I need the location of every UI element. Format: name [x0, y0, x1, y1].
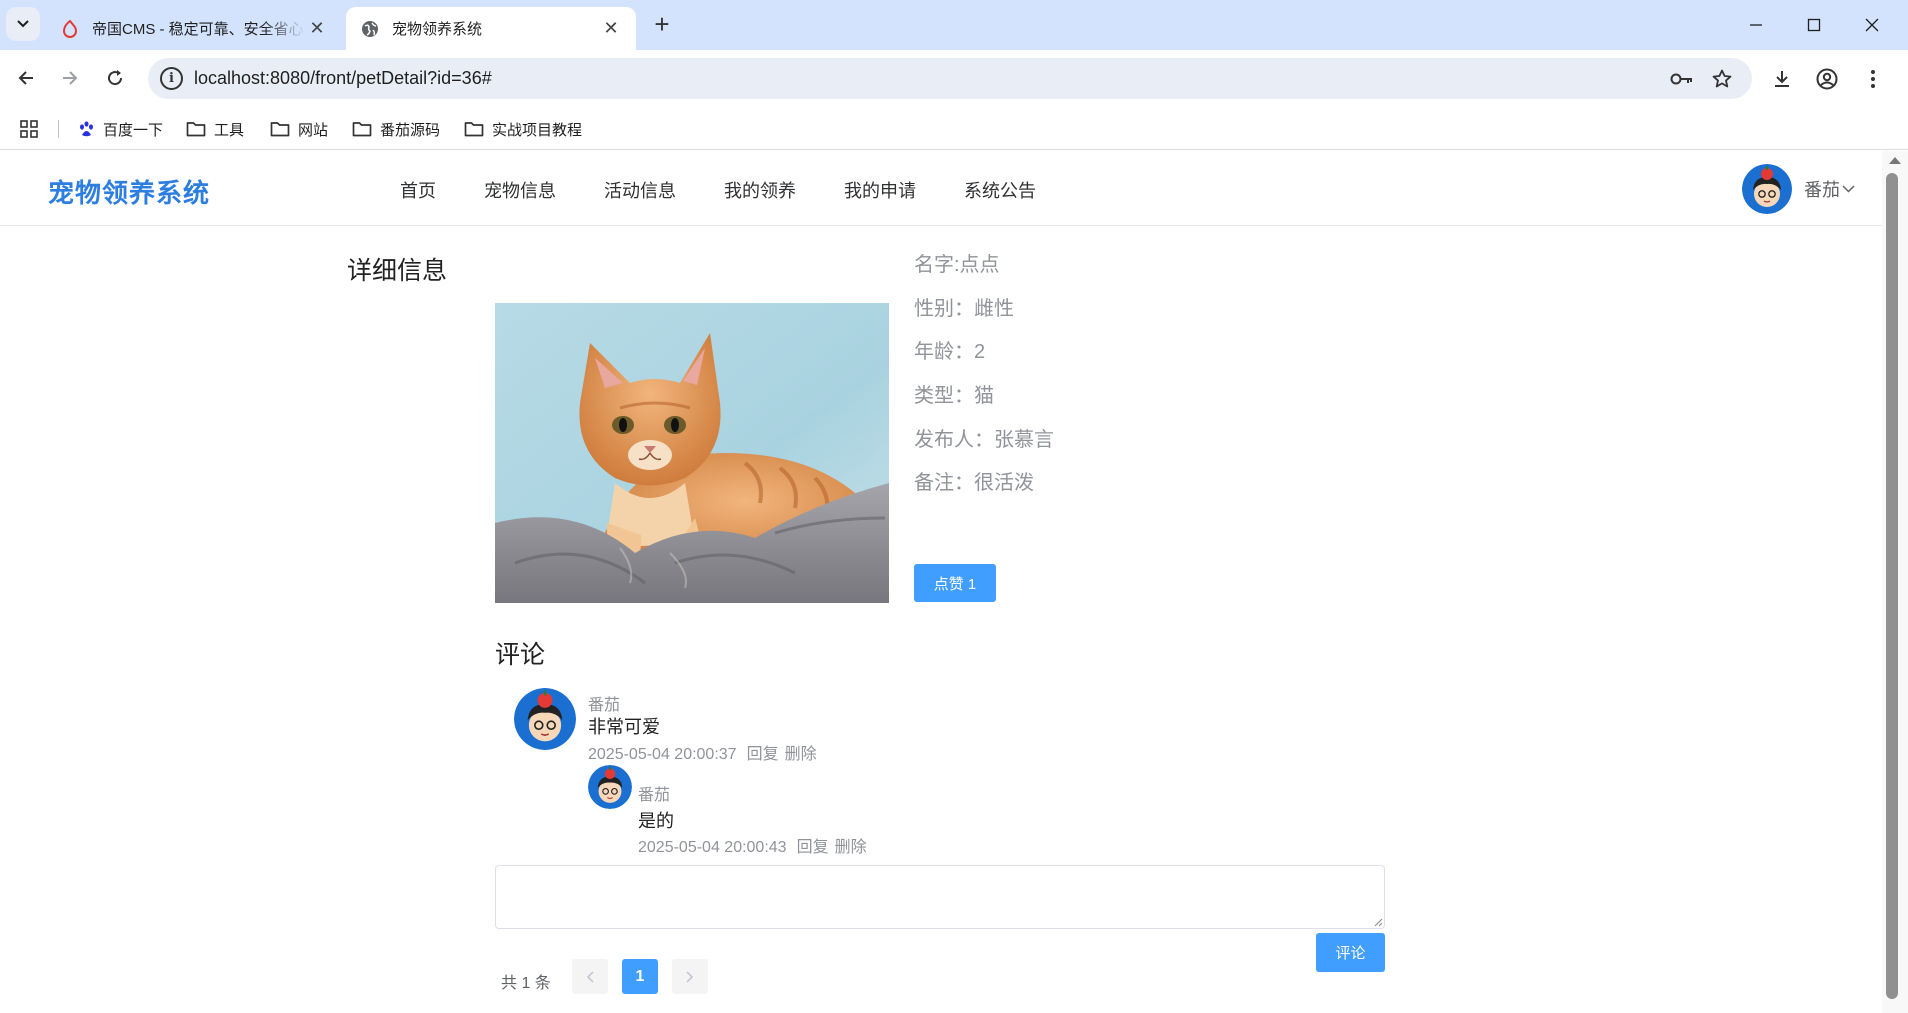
- bookmarks-separator: [58, 120, 59, 138]
- bookmark-folder-tools[interactable]: 工具: [186, 118, 244, 140]
- pagination-page-1[interactable]: 1: [622, 959, 658, 994]
- avatar: [514, 688, 576, 750]
- avatar: [588, 765, 632, 809]
- profile-icon[interactable]: [1814, 66, 1840, 92]
- comment-content: 是的: [638, 811, 674, 831]
- folder-icon: [352, 121, 372, 137]
- pagination-total: 共 1 条: [501, 975, 551, 992]
- pet-age: 年龄：2: [914, 341, 986, 363]
- bookmark-star-icon[interactable]: [1710, 67, 1734, 91]
- bookmark-label: 实战项目教程: [492, 121, 583, 139]
- browser-tab-strip: 帝国CMS - 稳定可靠、安全省心 ✕ 宠物领养系统 ✕ +: [0, 0, 1908, 50]
- more-menu-icon[interactable]: [1860, 66, 1886, 92]
- back-arrow-icon[interactable]: [8, 60, 44, 96]
- bookmark-baidu[interactable]: 百度一下: [78, 118, 163, 140]
- password-key-icon[interactable]: [1670, 67, 1694, 91]
- delete-link[interactable]: 删除: [835, 839, 867, 856]
- folder-icon: [186, 121, 206, 137]
- download-icon[interactable]: [1769, 66, 1795, 92]
- empire-cms-favicon: [60, 19, 80, 39]
- comment-time: 2025-05-04 20:00:37: [588, 746, 737, 763]
- minimize-window-icon[interactable]: [1728, 6, 1784, 44]
- maximize-window-icon[interactable]: [1786, 6, 1842, 44]
- site-logo[interactable]: 宠物领养系统: [48, 173, 210, 210]
- pagination-prev-button[interactable]: [572, 959, 608, 994]
- bookmark-label: 工具: [214, 121, 245, 139]
- avatar: [1742, 164, 1792, 214]
- bookmark-folder-source[interactable]: 番茄源码: [352, 118, 440, 140]
- apps-grid-icon[interactable]: [20, 118, 38, 140]
- address-bar[interactable]: i localhost:8080/front/petDetail?id=36#: [148, 58, 1752, 99]
- address-url[interactable]: localhost:8080/front/petDetail?id=36#: [194, 68, 492, 89]
- bookmark-label: 番茄源码: [380, 121, 441, 139]
- reply-link[interactable]: 回复: [797, 839, 829, 856]
- bookmark-label: 网站: [298, 121, 329, 139]
- comment-meta: 2025-05-04 20:00:37 回复 删除: [588, 740, 823, 764]
- user-name[interactable]: 番茄: [1804, 176, 1840, 202]
- pet-type: 类型：猫: [914, 385, 994, 407]
- browser-tab-pet-system[interactable]: 宠物领养系统 ✕: [346, 7, 636, 50]
- pet-photo: [495, 303, 889, 603]
- folder-icon: [464, 121, 484, 137]
- nav-my-adoption[interactable]: 我的领养: [724, 177, 796, 203]
- comment-content: 非常可爱: [588, 717, 660, 737]
- nav-announcements[interactable]: 系统公告: [964, 177, 1036, 203]
- globe-icon: [360, 19, 380, 39]
- pet-name: 名字:点点: [914, 254, 1000, 276]
- chevron-down-icon: [17, 20, 29, 28]
- comment-user: 番茄: [638, 787, 671, 804]
- chevron-down-icon[interactable]: [1842, 185, 1855, 193]
- user-menu[interactable]: 番茄: [1742, 164, 1855, 214]
- bookmark-folder-sites[interactable]: 网站: [270, 118, 328, 140]
- nav-home[interactable]: 首页: [400, 177, 436, 203]
- forward-arrow-icon[interactable]: [52, 60, 88, 96]
- pet-gender: 性别：雌性: [914, 298, 1014, 320]
- bookmarks-bar: 百度一下 工具 网站 番茄源码 实战项目教程: [0, 106, 1908, 150]
- chevron-right-icon: [686, 970, 694, 983]
- browser-toolbar: i localhost:8080/front/petDetail?id=36#: [0, 50, 1908, 106]
- comment-textarea[interactable]: [495, 865, 1385, 929]
- tab-title: 宠物领养系统: [392, 21, 483, 38]
- submit-comment-button[interactable]: 评论: [1316, 933, 1385, 972]
- nav-pet-info[interactable]: 宠物信息: [484, 177, 556, 203]
- page-scrollbar[interactable]: [1882, 151, 1908, 1013]
- baidu-paw-icon: [78, 120, 95, 138]
- tab-title: 帝国CMS - 稳定可靠、安全省心: [92, 21, 304, 38]
- site-header: 宠物领养系统 首页 宠物信息 活动信息 我的领养 我的申请 系统公告 番茄: [0, 151, 1882, 226]
- close-icon[interactable]: ✕: [600, 18, 622, 40]
- like-button[interactable]: 点赞 1: [914, 564, 996, 602]
- resize-grip-icon[interactable]: [1373, 917, 1383, 927]
- chevron-left-icon: [586, 970, 594, 983]
- close-icon[interactable]: ✕: [306, 18, 328, 40]
- pet-publisher: 发布人：张慕言: [914, 429, 1054, 451]
- reply-link[interactable]: 回复: [747, 746, 779, 763]
- pagination-next-button[interactable]: [672, 959, 708, 994]
- detail-section-title: 详细信息: [347, 257, 448, 285]
- comments-title: 评论: [495, 641, 546, 669]
- scroll-thumb[interactable]: [1886, 173, 1898, 999]
- browser-tab-empirecms[interactable]: 帝国CMS - 稳定可靠、安全省心 ✕: [46, 7, 342, 50]
- new-tab-plus-icon[interactable]: +: [648, 9, 676, 39]
- bookmark-label: 百度一下: [103, 121, 164, 139]
- site-info-icon[interactable]: i: [160, 67, 183, 90]
- tab-search-button[interactable]: [6, 7, 40, 41]
- comment-time: 2025-05-04 20:00:43: [638, 839, 787, 856]
- nav-activity-info[interactable]: 活动信息: [604, 177, 676, 203]
- delete-link[interactable]: 删除: [785, 746, 817, 763]
- pet-note: 备注：很活泼: [914, 472, 1034, 494]
- comment-user: 番茄: [588, 697, 621, 714]
- nav-my-application[interactable]: 我的申请: [844, 177, 916, 203]
- folder-icon: [270, 121, 290, 137]
- bookmark-folder-tutorials[interactable]: 实战项目教程: [464, 118, 582, 140]
- close-window-icon[interactable]: [1844, 6, 1900, 44]
- reload-icon[interactable]: [97, 60, 133, 96]
- scroll-up-arrow-icon[interactable]: [1889, 157, 1901, 164]
- page-viewport: 宠物领养系统 首页 宠物信息 活动信息 我的领养 我的申请 系统公告 番茄 详细…: [0, 151, 1908, 1013]
- comment-meta: 2025-05-04 20:00:43 回复 删除: [638, 833, 873, 857]
